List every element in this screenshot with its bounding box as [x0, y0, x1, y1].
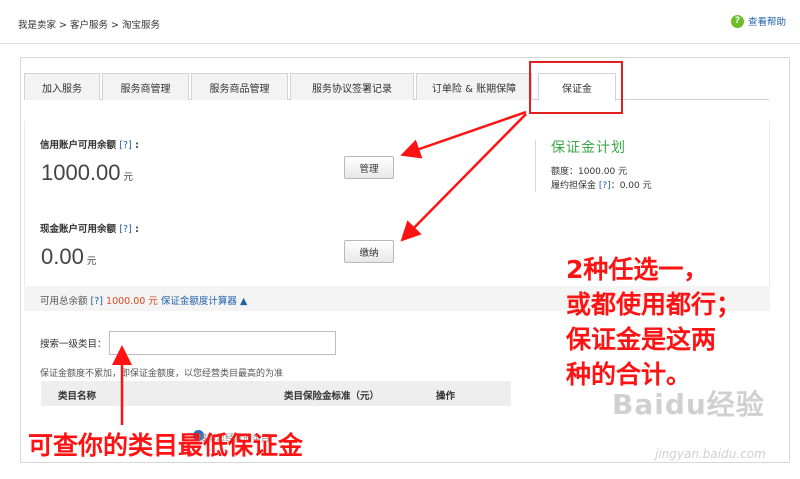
annotation-arrows	[112, 110, 527, 425]
